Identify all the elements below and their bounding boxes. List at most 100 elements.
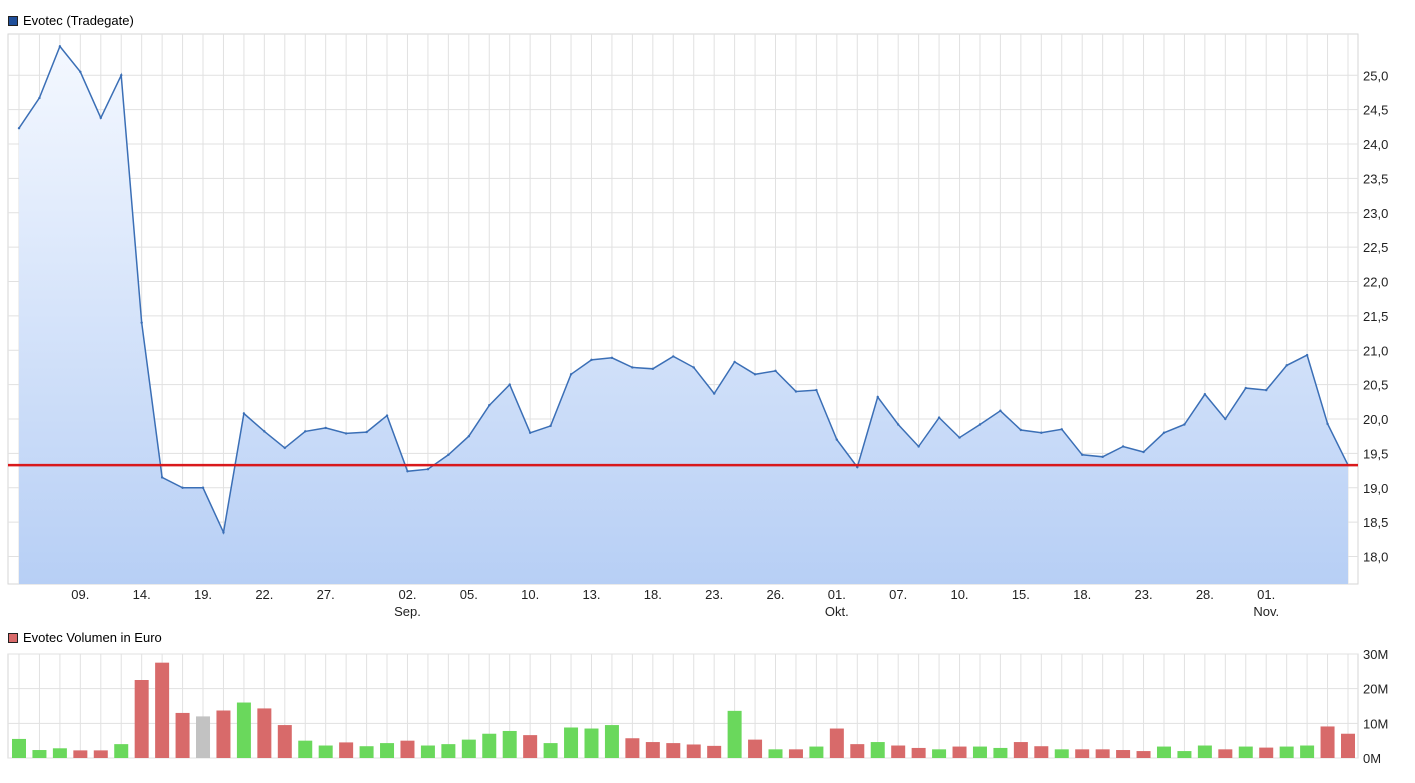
volume-bar bbox=[972, 746, 987, 758]
price-point bbox=[38, 96, 41, 100]
price-point bbox=[937, 416, 941, 419]
price-point bbox=[528, 431, 532, 434]
price-x-tick-month: Okt. bbox=[825, 604, 849, 619]
price-y-tick-label: 20,0 bbox=[1363, 412, 1388, 427]
volume-bar bbox=[482, 733, 497, 758]
volume-bar bbox=[257, 708, 272, 758]
chart-canvas: 25,0 24,5 24,0 23,5 23,0 22,5 22,0 21,5 21,0 20,5… bbox=[7, 33, 1388, 766]
price-y-tick-label: 24,5 bbox=[1363, 103, 1388, 118]
price-y-tick-label: 22,0 bbox=[1363, 275, 1388, 290]
volume-bar bbox=[175, 712, 190, 758]
price-point bbox=[120, 74, 123, 77]
price-point bbox=[467, 434, 471, 438]
price-point bbox=[140, 321, 143, 324]
price-point bbox=[958, 436, 961, 439]
volume-bar bbox=[523, 735, 538, 758]
volume-chart: 30M 20M 10M 0M bbox=[7, 647, 1388, 766]
price-point bbox=[263, 430, 266, 433]
price-x-tick-label: 13. bbox=[582, 587, 600, 602]
volume-bar bbox=[134, 680, 149, 758]
price-point bbox=[222, 531, 225, 534]
price-point bbox=[508, 383, 511, 386]
price-point bbox=[692, 366, 695, 369]
price-y-tick-label: 23,0 bbox=[1363, 206, 1388, 221]
volume-bar bbox=[114, 744, 129, 758]
volume-bar bbox=[298, 740, 313, 758]
price-point bbox=[99, 116, 102, 120]
price-point bbox=[590, 358, 593, 362]
price-y-tick-label: 24,0 bbox=[1363, 137, 1388, 152]
price-point bbox=[283, 446, 286, 450]
volume-bar bbox=[1238, 746, 1253, 758]
price-point bbox=[1224, 417, 1227, 421]
price-x-tick-month: Sep. bbox=[394, 604, 421, 619]
price-y-tick-label: 18,5 bbox=[1363, 515, 1388, 530]
price-point bbox=[549, 424, 552, 428]
price-point bbox=[835, 438, 839, 441]
volume-bar bbox=[993, 747, 1008, 758]
price-point bbox=[201, 486, 205, 489]
price-point bbox=[181, 486, 184, 489]
price-point bbox=[610, 356, 614, 360]
price-point bbox=[631, 366, 634, 369]
volume-bar bbox=[584, 728, 599, 758]
price-point bbox=[242, 412, 246, 415]
volume-plot-area bbox=[7, 653, 1359, 759]
volume-y-tick-label: 0M bbox=[1363, 751, 1381, 766]
price-point bbox=[58, 45, 62, 48]
price-point bbox=[1305, 353, 1309, 357]
volume-bar bbox=[461, 739, 476, 758]
price-point bbox=[1040, 431, 1043, 434]
volume-bar bbox=[196, 716, 211, 758]
volume-y-tick-label: 10M bbox=[1363, 716, 1388, 731]
price-point bbox=[1203, 393, 1207, 396]
price-x-tick-label: 14. bbox=[133, 587, 151, 602]
volume-bar bbox=[216, 710, 231, 758]
volume-bar bbox=[52, 748, 67, 758]
price-x-tick-label: 02. bbox=[398, 587, 416, 602]
price-point bbox=[447, 453, 450, 456]
price-point bbox=[79, 70, 82, 74]
price-point bbox=[1244, 386, 1247, 390]
price-point bbox=[876, 395, 879, 399]
price-point bbox=[365, 430, 368, 434]
price-x-tick-label: 18. bbox=[1073, 587, 1091, 602]
price-x-tick-label: 07. bbox=[889, 587, 907, 602]
price-y-tick-label: 20,5 bbox=[1363, 378, 1388, 393]
volume-bar bbox=[1197, 745, 1212, 758]
price-y-tick-label: 23,5 bbox=[1363, 171, 1388, 186]
price-x-tick-label: 26. bbox=[766, 587, 784, 602]
volume-bar bbox=[380, 743, 395, 758]
price-chart: 25,0 24,5 24,0 23,5 23,0 22,5 22,0 21,5 21,0 20,5… bbox=[7, 33, 1388, 619]
volume-bar bbox=[1054, 749, 1069, 758]
volume-bar bbox=[277, 725, 292, 758]
volume-bar bbox=[73, 750, 88, 758]
price-point bbox=[1265, 388, 1268, 392]
volume-bar bbox=[666, 743, 681, 758]
price-point bbox=[978, 423, 982, 426]
price-x-tick-label: 28. bbox=[1196, 587, 1214, 602]
volume-bar bbox=[12, 738, 26, 758]
price-point bbox=[815, 388, 818, 392]
price-point bbox=[999, 409, 1002, 412]
price-y-tick-label: 21,5 bbox=[1363, 309, 1388, 324]
price-point bbox=[304, 430, 307, 433]
price-y-tick-label: 21,0 bbox=[1363, 343, 1388, 358]
volume-bar bbox=[1095, 749, 1110, 758]
price-point bbox=[160, 476, 164, 479]
price-y-tick-label: 25,0 bbox=[1363, 68, 1388, 83]
price-x-tick-label: 10. bbox=[521, 587, 539, 602]
volume-bar bbox=[1218, 749, 1233, 758]
price-point bbox=[1326, 422, 1329, 426]
volume-bar bbox=[32, 750, 47, 758]
volume-bar bbox=[359, 746, 374, 758]
volume-bar bbox=[625, 738, 640, 758]
volume-bar bbox=[932, 749, 947, 758]
price-point bbox=[1285, 364, 1288, 367]
price-y-tick-label: 18,0 bbox=[1363, 550, 1388, 565]
price-point bbox=[426, 467, 430, 471]
price-x-tick-label: 09. bbox=[71, 587, 89, 602]
volume-bar bbox=[727, 710, 742, 758]
volume-bar bbox=[707, 745, 722, 758]
price-point bbox=[1142, 450, 1145, 454]
